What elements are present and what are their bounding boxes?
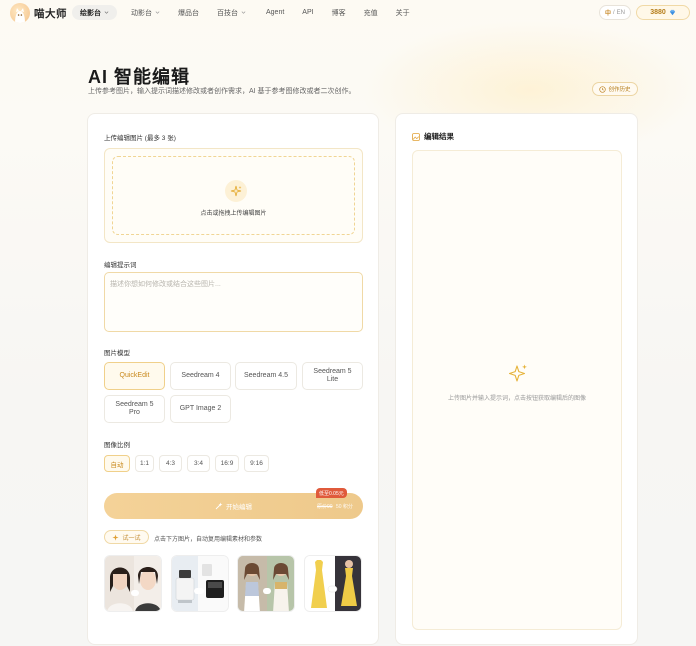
coin-amount: 3880 [650, 9, 666, 16]
nav-item-recharge[interactable]: 充值 [356, 5, 386, 20]
nav-item-dongying[interactable]: 动影台 [123, 5, 168, 20]
sample-thumbnail-dress[interactable] [304, 555, 362, 612]
diamond-icon [669, 9, 675, 16]
try-hint: 点击下方图片，自动复用编辑素材和参数 [154, 537, 263, 543]
prompt-placeholder: 描述你想如何修改或结合这些图片... [110, 281, 221, 288]
try-label: 试一试 [122, 535, 141, 542]
sample-image [172, 556, 228, 611]
model-label: 图片模型 [104, 350, 130, 357]
clock-icon [599, 85, 607, 93]
history-button[interactable]: 创作历史 [592, 82, 638, 96]
magic-wand-icon [215, 502, 223, 510]
nav-item-label: 动影台 [131, 9, 152, 17]
brand-name: 喵大师 [34, 7, 67, 20]
ratio-option-auto[interactable]: 自动 [104, 455, 130, 472]
sample-image [238, 556, 294, 611]
try-it-button[interactable]: 试一试 [104, 530, 149, 544]
nav-item-huiying[interactable]: 绘影台 [72, 5, 117, 20]
generate-cost: 原价90 50 积分 [317, 503, 353, 510]
model-option-gpt-image-2[interactable]: GPT Image 2 [170, 395, 231, 423]
result-header: 编辑结果 [412, 131, 454, 142]
ratio-option-label: 3:4 [193, 460, 204, 467]
model-option-label: GPT Image 2 [179, 404, 222, 412]
model-option-label: Seedream 4.5 [244, 371, 288, 379]
nav-item-label: 百技台 [217, 9, 238, 17]
logo-icon [10, 3, 30, 23]
ratio-option-9-16[interactable]: 9:16 [244, 455, 269, 472]
nav-item-baopin[interactable]: 爆品台 [170, 5, 207, 20]
upload-dropzone-border: 点击或拖拽上传编辑图片 [112, 156, 355, 235]
chevron-down-icon [104, 11, 109, 14]
result-empty-hint: 上传图片并输入提示词，点击按钮获取编辑后的图像 [447, 396, 586, 402]
nav-item-about[interactable]: 关于 [388, 5, 418, 20]
discount-badge: 低至0.05元 [316, 488, 347, 498]
result-panel: 编辑结果 上传图片并输入提示词，点击按钮获取编辑后的图像 [395, 113, 638, 645]
model-option-label: QuickEdit [119, 371, 150, 379]
model-option-seedream-5-lite[interactable]: Seedream 5 Lite [302, 362, 363, 390]
page-subtitle: 上传参考图片，输入提示词描述修改或者创作需求，AI 基于参考图修改或者二次创作。 [88, 88, 356, 95]
nav-item-label: API [302, 9, 314, 16]
model-option-quickedit[interactable]: QuickEdit [104, 362, 165, 390]
sparkle-icon [508, 364, 527, 382]
model-option-seedream-4[interactable]: Seedream 4 [170, 362, 231, 390]
editor-panel: 上传编辑图片 (最多 3 张) 点击或拖拽上传编辑图片 编辑提示词 描述你想如何… [87, 113, 379, 645]
upload-hint: 点击或拖拽上传编辑图片 [200, 211, 267, 217]
ratio-option-3-4[interactable]: 3:4 [187, 455, 210, 472]
sparkle-icon [225, 180, 247, 202]
model-option-seedream-5-pro[interactable]: Seedream 5 Pro [104, 395, 165, 423]
sample-image [305, 556, 361, 611]
nav-item-baiji[interactable]: 百技台 [209, 5, 254, 20]
nav-item-label: Agent [266, 9, 285, 16]
coin-balance[interactable]: 3880 [636, 5, 690, 20]
result-title: 编辑结果 [424, 132, 454, 141]
lang-other: EN [616, 9, 626, 16]
model-option-label: Seedream 5 Lite [313, 367, 352, 384]
sample-thumbnail-product[interactable] [171, 555, 229, 612]
lang-separator: / [613, 9, 615, 16]
lang-current: 中 [604, 11, 611, 17]
ratio-option-label: 16:9 [220, 460, 234, 467]
ratio-option-1-1[interactable]: 1:1 [135, 455, 154, 472]
nav-item-label: 博客 [331, 9, 346, 17]
model-option-seedream-4-5[interactable]: Seedream 4.5 [235, 362, 297, 390]
ratio-option-4-3[interactable]: 4:3 [159, 455, 182, 472]
model-option-label: Seedream 4 [181, 371, 220, 379]
result-canvas: 上传图片并输入提示词，点击按钮获取编辑后的图像 [412, 150, 622, 630]
model-option-label: Seedream 5 Pro [115, 400, 154, 417]
top-nav: 喵大师 绘影台 动影台 爆品台 百技台 Agent API 博客 充值 关于 中… [0, 0, 696, 26]
sample-thumbnail-outfit[interactable] [237, 555, 295, 612]
nav-item-blog[interactable]: 博客 [324, 5, 354, 20]
image-icon [412, 132, 420, 141]
cost-current: 50 积分 [335, 504, 353, 510]
sample-image [105, 556, 161, 611]
nav-menu: 绘影台 动影台 爆品台 百技台 Agent API 博客 充值 关于 [72, 5, 418, 20]
ratio-option-label: 自动 [110, 461, 124, 469]
prompt-label: 编辑提示词 [104, 262, 137, 269]
nav-item-label: 关于 [395, 9, 410, 17]
sample-thumbnail-portrait[interactable] [104, 555, 162, 612]
ratio-option-16-9[interactable]: 16:9 [215, 455, 239, 472]
nav-item-label: 绘影台 [80, 9, 101, 17]
nav-item-agent[interactable]: Agent [258, 5, 292, 20]
prompt-input[interactable]: 描述你想如何修改或结合这些图片... [104, 272, 363, 332]
sparkle-icon [112, 533, 120, 541]
nav-item-label: 充值 [363, 9, 378, 17]
cost-original: 原价90 [317, 504, 333, 510]
nav-item-api[interactable]: API [294, 5, 321, 20]
upload-dropzone[interactable]: 点击或拖拽上传编辑图片 [104, 148, 363, 243]
ratio-option-label: 9:16 [250, 460, 263, 467]
upload-label: 上传编辑图片 (最多 3 张) [104, 135, 176, 142]
nav-item-label: 爆品台 [178, 9, 199, 17]
language-switch[interactable]: 中 / EN [599, 5, 631, 20]
history-label: 创作历史 [608, 87, 631, 93]
chevron-down-icon [155, 11, 160, 14]
generate-label: 开始编辑 [226, 504, 252, 511]
chevron-down-icon [241, 11, 246, 14]
ratio-option-label: 4:3 [165, 460, 176, 467]
ratio-label: 图像比例 [104, 442, 130, 449]
logo[interactable]: 喵大师 [10, 3, 67, 23]
ratio-option-label: 1:1 [139, 460, 150, 467]
